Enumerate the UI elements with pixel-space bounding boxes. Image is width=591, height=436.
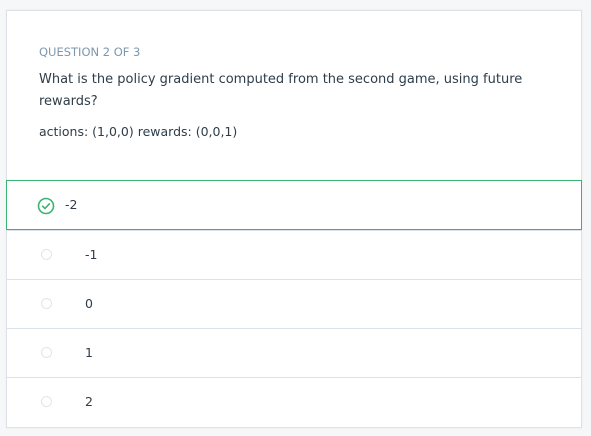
answer-option-label: 1 — [85, 345, 93, 360]
answer-option-label: 0 — [85, 296, 93, 311]
question-header: QUESTION 2 OF 3 What is the policy gradi… — [39, 45, 551, 141]
question-counter: QUESTION 2 OF 3 — [39, 45, 141, 59]
answer-option-2[interactable]: -1 — [7, 230, 581, 279]
check-circle-icon — [37, 197, 55, 215]
quiz-card: QUESTION 2 OF 3 What is the policy gradi… — [6, 10, 582, 428]
answer-option-4[interactable]: 1 — [7, 328, 581, 377]
answer-option-label: -2 — [65, 197, 78, 212]
answer-option-5[interactable]: 2 — [7, 377, 581, 426]
radio-icon — [41, 298, 52, 309]
question-prompt: What is the policy gradient computed fro… — [39, 72, 523, 109]
answer-option-1[interactable]: -2 — [6, 180, 582, 230]
answer-option-3[interactable]: 0 — [7, 279, 581, 328]
answer-option-label: 2 — [85, 394, 93, 409]
answer-options: -2 -1 0 1 2 — [6, 180, 582, 426]
radio-icon — [41, 249, 52, 260]
answer-option-label: -1 — [85, 247, 98, 262]
question-detail: actions: (1,0,0) rewards: (0,0,1) — [39, 124, 238, 139]
radio-icon — [41, 347, 52, 358]
radio-icon — [41, 396, 52, 407]
